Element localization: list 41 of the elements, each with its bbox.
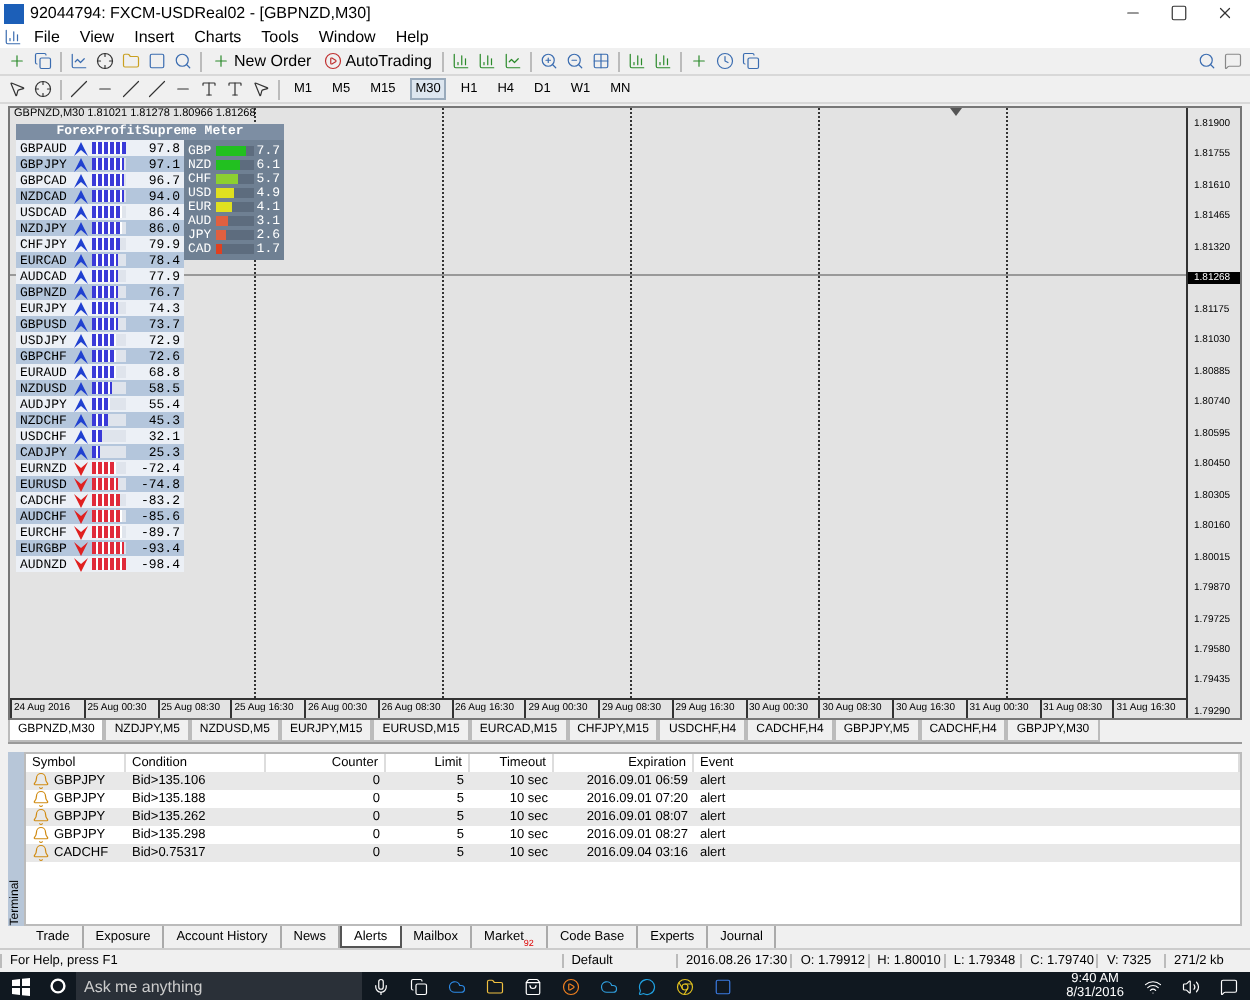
app-logo-icon <box>4 3 24 23</box>
trendline-icon[interactable] <box>122 80 140 98</box>
menu-item[interactable]: Tools <box>253 28 307 46</box>
text-label-icon[interactable] <box>226 80 244 98</box>
bar-chart-icon[interactable] <box>451 52 470 70</box>
task-view-icon[interactable] <box>410 977 428 995</box>
marker-icon <box>950 108 962 116</box>
wifi-icon[interactable] <box>1144 977 1162 995</box>
notifications-icon[interactable] <box>1220 977 1238 995</box>
menu-item[interactable]: Window <box>310 28 384 46</box>
cortana-icon <box>50 978 66 994</box>
channel-icon[interactable] <box>148 80 166 98</box>
autotrading-icon[interactable] <box>323 52 342 70</box>
zoom-in-icon[interactable] <box>539 52 558 70</box>
menu-item[interactable]: Insert <box>126 28 183 46</box>
new-order-button[interactable]: New Order <box>210 49 314 73</box>
menu-item[interactable]: View <box>71 28 123 46</box>
media-player-icon[interactable] <box>562 977 580 995</box>
tile-icon[interactable] <box>591 52 610 70</box>
menu-item[interactable]: File <box>26 28 68 46</box>
bell-icon[interactable] <box>32 826 50 844</box>
text-icon[interactable] <box>200 80 218 98</box>
crosshair-icon[interactable] <box>96 52 114 70</box>
crosshair-icon[interactable] <box>34 80 52 98</box>
maximize-icon[interactable] <box>1170 4 1188 22</box>
microphone-icon[interactable] <box>372 977 390 995</box>
bell-icon[interactable] <box>32 790 50 808</box>
line-chart-icon[interactable] <box>503 52 522 70</box>
chart-icon[interactable] <box>4 28 22 46</box>
search-icon[interactable] <box>1198 52 1216 70</box>
chat-icon[interactable] <box>1224 52 1242 70</box>
menu-item[interactable]: Charts <box>186 28 250 46</box>
menu-item[interactable]: Help <box>387 28 437 46</box>
volume-icon[interactable] <box>1182 977 1200 995</box>
start-icon[interactable] <box>12 977 30 995</box>
window-title: 92044794: FXCM-USDReal02 - [GBPNZD,M30] <box>30 4 373 22</box>
close-icon[interactable] <box>1216 4 1234 22</box>
cursor-icon[interactable] <box>8 80 26 98</box>
zoom-out-icon[interactable] <box>565 52 584 70</box>
autotrading-button[interactable]: AutoTrading <box>321 49 434 73</box>
search-field[interactable]: Ask me anything <box>76 972 362 1000</box>
